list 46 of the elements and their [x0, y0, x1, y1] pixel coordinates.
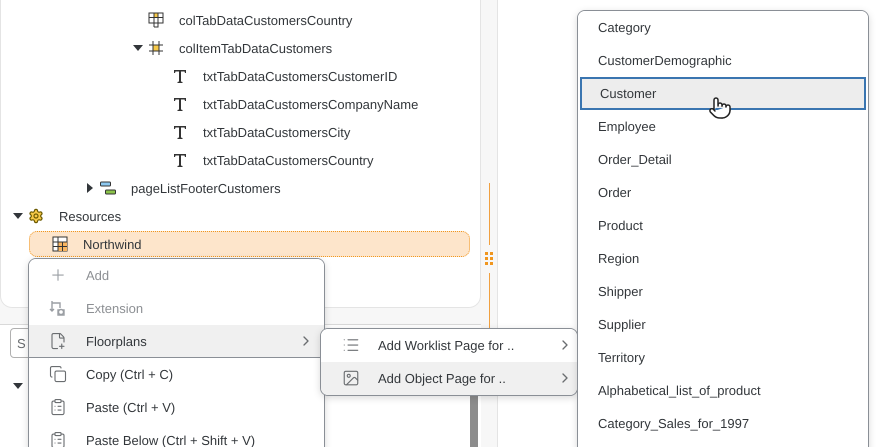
- list-item[interactable]: Category: [578, 11, 868, 44]
- tree-item[interactable]: txtTabDataCustomersCountry: [149, 147, 470, 173]
- tree-item[interactable]: txtTabDataCustomersCity: [149, 119, 470, 145]
- text-icon: [172, 124, 188, 140]
- list-item[interactable]: Order: [578, 176, 868, 209]
- list-item[interactable]: Order_Detail: [578, 143, 868, 176]
- clipboard-icon: [49, 431, 67, 447]
- footer-icon: [100, 180, 116, 196]
- list-item[interactable]: Territory: [578, 341, 868, 374]
- list-item[interactable]: Product: [578, 209, 868, 242]
- list-item[interactable]: Customer: [580, 77, 866, 110]
- list-item[interactable]: Shipper: [578, 275, 868, 308]
- scrollbar[interactable]: [470, 395, 478, 447]
- clipboard-icon: [49, 398, 67, 416]
- image-icon: [342, 369, 360, 387]
- list-item[interactable]: Category_Sales_for_1997: [578, 407, 868, 440]
- extension-icon: [49, 299, 67, 317]
- tree-item[interactable]: colItemTabDataCustomers: [125, 35, 470, 61]
- list-item[interactable]: Alphabetical_list_of_product: [578, 374, 868, 407]
- list-item[interactable]: Employee: [578, 110, 868, 143]
- grid-icon: [148, 40, 164, 56]
- tree-item[interactable]: Resources: [5, 203, 470, 229]
- tree-item[interactable]: txtTabDataCustomersCustomerID: [149, 63, 470, 89]
- list-item[interactable]: CustomerDemographic: [578, 44, 868, 77]
- tree-item[interactable]: pageListFooterCustomers: [77, 175, 470, 201]
- list-icon: [342, 336, 360, 354]
- text-icon: [172, 68, 188, 84]
- table-icon: [52, 236, 68, 252]
- text-icon: [172, 152, 188, 168]
- list-item[interactable]: Supplier: [578, 308, 868, 341]
- table-icon: [148, 12, 164, 28]
- list-item[interactable]: Region: [578, 242, 868, 275]
- copy-icon: [49, 365, 67, 383]
- hand-cursor-icon: [708, 96, 732, 120]
- gear-icon: [28, 208, 44, 224]
- tree-item[interactable]: txtTabDataCustomersCompanyName: [149, 91, 470, 117]
- menu-item[interactable]: Paste Below (Ctrl + Shift + V): [29, 424, 324, 447]
- grip-icon[interactable]: [485, 251, 493, 267]
- tree-item[interactable]: colTabDataCustomersCountry: [125, 7, 470, 33]
- menu-item[interactable]: Paste (Ctrl + V): [29, 391, 324, 424]
- menu-item[interactable]: Add Worklist Page for ..: [321, 329, 577, 362]
- file-add-icon: [49, 332, 67, 350]
- tree-item[interactable]: Northwind: [29, 231, 470, 257]
- menu-item[interactable]: Floorplans: [29, 325, 324, 358]
- text-icon: [172, 96, 188, 112]
- menu-item[interactable]: Add Object Page for ..: [321, 362, 577, 395]
